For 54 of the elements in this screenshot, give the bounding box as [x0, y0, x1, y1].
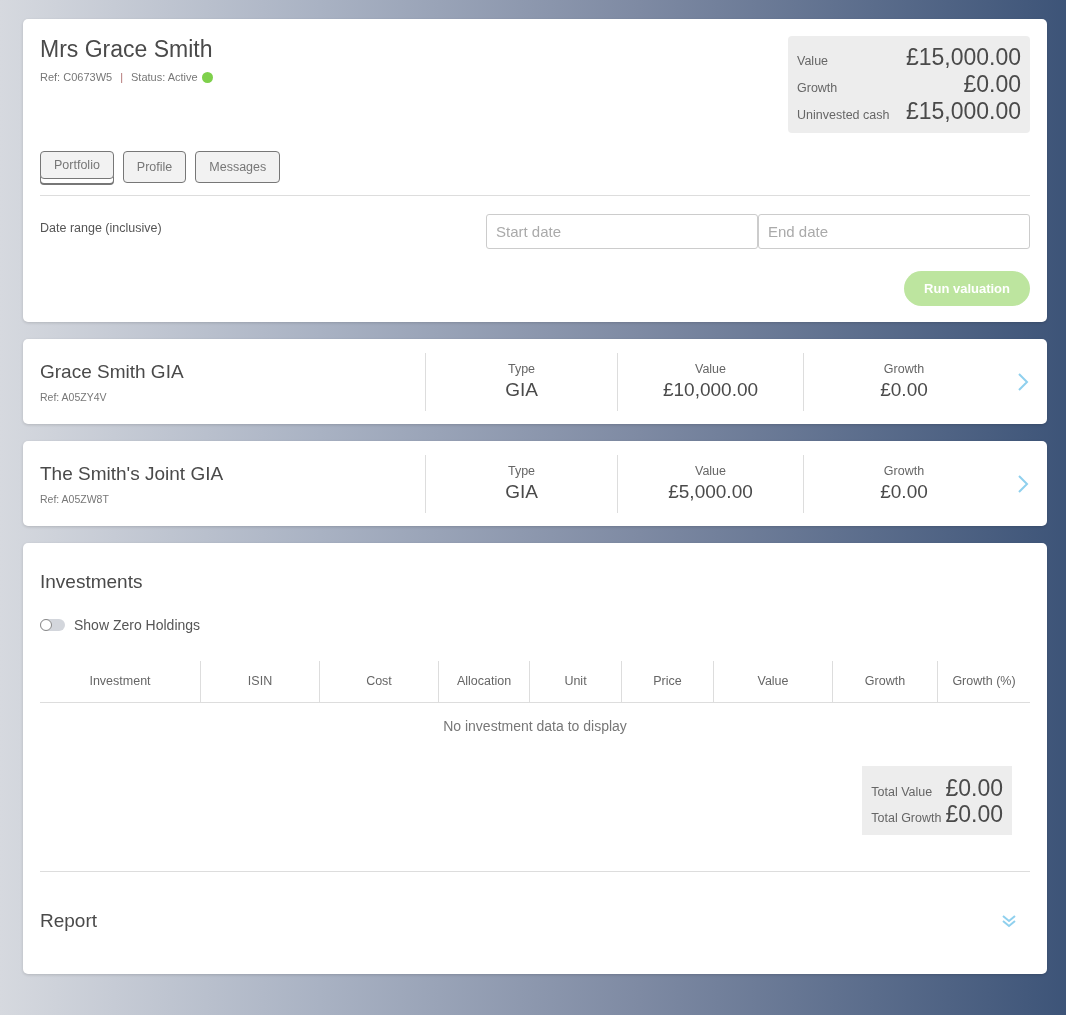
- status-text: Status: Active: [131, 71, 198, 83]
- stat-label: Growth: [883, 464, 925, 478]
- separator-text: |: [120, 71, 123, 83]
- end-date-field[interactable]: End date: [758, 214, 1030, 249]
- tab[interactable]: Messages: [195, 151, 281, 183]
- column-header: Growth (%): [937, 661, 1030, 702]
- account-card[interactable]: The Smith's Joint GIA Ref: A05ZW8T Type GIA Value £5,000.00 Growth £0.00: [23, 441, 1047, 526]
- column-header: Price: [621, 661, 713, 702]
- chevron-right-icon[interactable]: [1017, 473, 1029, 494]
- account-growth: £0.00: [880, 481, 928, 503]
- stat-label: Growth: [883, 362, 925, 376]
- column-header: ISIN: [200, 661, 319, 702]
- account-growth: £0.00: [880, 379, 928, 401]
- total-amount: £0.00: [945, 775, 1003, 801]
- column-header: Investment: [88, 673, 152, 690]
- account-card[interactable]: Grace Smith GIA Ref: A05ZY4V Type GIA Value £10,000.00 Growth £0.00: [23, 339, 1047, 424]
- stat-label: Type: [507, 362, 536, 376]
- summary-label: Value: [797, 54, 829, 68]
- account-name: Grace Smith GIA: [40, 360, 185, 383]
- summary-label: Growth: [797, 81, 838, 95]
- client-ref: Ref: C0673W5: [40, 71, 113, 83]
- stat-label: Value: [694, 464, 726, 478]
- account-value: £5,000.00: [668, 481, 753, 503]
- investments-title: Investments: [40, 571, 144, 593]
- summary-label: Uninvested cash: [797, 108, 890, 122]
- total-label: Total Value: [871, 785, 933, 799]
- empty-message: No investment data to display: [442, 718, 628, 734]
- column-header: Growth: [832, 661, 937, 702]
- summary-amount: £0.00: [963, 71, 1021, 98]
- stat-label: Type: [507, 464, 536, 478]
- date-range-label: Date range (inclusive): [40, 221, 162, 237]
- client-name: Mrs Grace Smith: [40, 36, 213, 63]
- column-header: Cost: [319, 661, 438, 702]
- toggle-switch[interactable]: [40, 619, 65, 631]
- toggle-label: Show Zero Holdings: [74, 617, 201, 633]
- account-ref: Ref: A05ZW8T: [40, 492, 110, 505]
- summary-amount: £15,000.00: [905, 98, 1021, 125]
- account-name: The Smith's Joint GIA: [40, 462, 225, 485]
- stat-label: Value: [694, 362, 726, 376]
- column-header: Allocation: [438, 661, 529, 702]
- double-chevron-icon[interactable]: [1002, 914, 1016, 928]
- report-title: Report: [40, 910, 98, 932]
- account-type: GIA: [505, 481, 538, 503]
- total-amount: £0.00: [945, 801, 1003, 827]
- summary-amount: £15,000.00: [905, 44, 1021, 71]
- total-label: Total Growth: [871, 811, 942, 825]
- chevron-right-icon[interactable]: [1017, 371, 1029, 392]
- start-date-field[interactable]: Start date: [486, 214, 758, 249]
- account-value: £10,000.00: [662, 379, 759, 401]
- account-type: GIA: [505, 379, 538, 401]
- tab[interactable]: Profile: [122, 151, 187, 183]
- column-header: Unit: [529, 661, 621, 702]
- column-header: Value: [713, 661, 832, 702]
- account-ref: Ref: A05ZY4V: [40, 390, 108, 403]
